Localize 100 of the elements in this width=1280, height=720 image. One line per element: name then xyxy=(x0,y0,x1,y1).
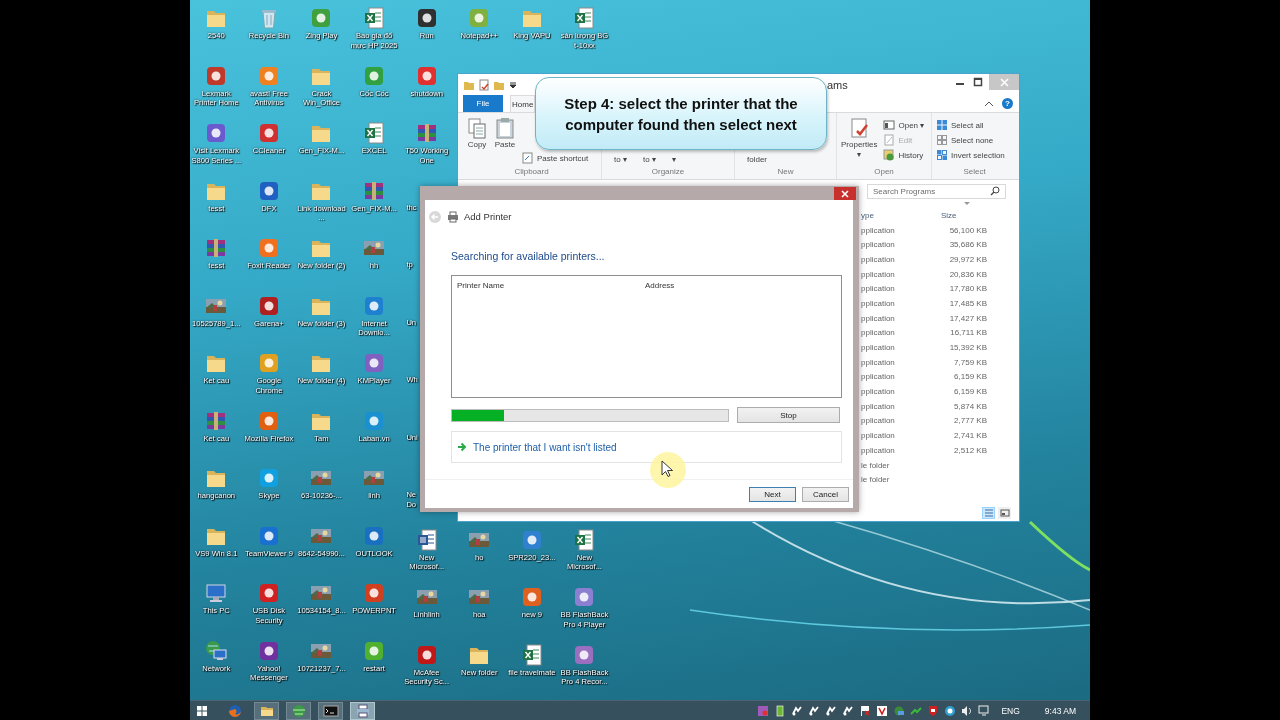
shield-icon xyxy=(927,704,940,717)
group-label: Organize xyxy=(650,167,686,178)
taskbar-button[interactable] xyxy=(286,701,311,720)
network-icon xyxy=(204,638,229,663)
network-icon xyxy=(893,704,906,717)
clock[interactable]: 9:43 AM xyxy=(1044,705,1076,716)
group-label: Select xyxy=(962,167,987,178)
sync-icon xyxy=(825,704,838,717)
history-icon xyxy=(883,149,896,161)
paste-shortcut-icon xyxy=(522,152,534,164)
group-label: New xyxy=(776,167,795,178)
table-cell-text: pplication xyxy=(861,269,896,279)
table-cell-text: pplication xyxy=(861,416,896,426)
dialog-heading: Searching for available printers... xyxy=(451,250,606,262)
start-button[interactable] xyxy=(196,704,208,717)
printer-icon xyxy=(447,210,459,223)
stop-button[interactable]: Stop xyxy=(737,407,840,423)
ribbon-label[interactable]: folder xyxy=(747,155,767,164)
table-cell-text: pplication xyxy=(861,401,896,411)
ribbon-label[interactable]: to ▾ xyxy=(642,155,656,164)
table-cell-text: pplication xyxy=(861,357,896,367)
spreadsheet-icon xyxy=(572,6,597,30)
tiles-view-icon xyxy=(999,507,1010,518)
table-cell-text: pplication xyxy=(861,284,896,294)
copy-icon xyxy=(466,117,488,139)
volume-icon xyxy=(961,704,974,717)
paste-icon xyxy=(494,117,516,139)
column-header: Address xyxy=(645,281,675,290)
column-header[interactable]: Size xyxy=(941,210,957,220)
properties-button[interactable]: Properties ▾ xyxy=(841,117,878,167)
table-cell-text: pplication xyxy=(861,431,896,441)
history-button[interactable]: History xyxy=(883,149,925,161)
callout: Step 4: select the printer that the computer found then select next xyxy=(535,77,827,150)
edit-icon xyxy=(883,134,896,146)
table-cell-text: 15,392 KB xyxy=(948,343,987,353)
paste-shortcut-button[interactable]: Paste shortcut xyxy=(522,152,589,164)
table-cell-text: 5,874 KB xyxy=(953,401,987,411)
table-cell-text: 56,100 KB xyxy=(948,225,987,235)
invert-selection-button[interactable]: Invert selection xyxy=(936,149,1005,161)
table-cell-text: 16,711 KB xyxy=(949,328,987,338)
flag-icon xyxy=(859,704,872,717)
table-cell-text: pplication xyxy=(861,254,896,264)
column-header: Printer Name xyxy=(457,281,506,290)
taskbar-button[interactable] xyxy=(350,701,375,720)
maximize-button[interactable] xyxy=(971,75,985,89)
battery-icon xyxy=(774,704,787,717)
copy-button[interactable]: Copy xyxy=(466,117,488,167)
table-cell-text: pplication xyxy=(861,343,896,353)
close-button[interactable] xyxy=(834,187,856,200)
sync-icon xyxy=(808,704,821,717)
spreadsheet-icon xyxy=(572,527,597,552)
browser-icon xyxy=(226,702,243,719)
table-cell-text: pplication xyxy=(861,240,896,250)
dialog-title: Add Printer xyxy=(464,211,512,222)
table-cell-text: pplication xyxy=(861,298,896,308)
open-icon xyxy=(883,119,896,131)
language-indicator[interactable]: ENG xyxy=(1001,705,1020,716)
taskbar-button[interactable] xyxy=(318,701,343,720)
group-label: Clipboard xyxy=(513,167,550,178)
tiles-view-button[interactable] xyxy=(998,506,1011,519)
table-cell-text: 7,759 KB xyxy=(953,357,987,367)
select-all-icon xyxy=(936,119,948,131)
close-icon xyxy=(999,77,1009,87)
table-cell-text: le folder xyxy=(861,475,891,485)
printer-not-listed-link[interactable]: The printer that I want isn't listed xyxy=(473,441,617,453)
table-cell-text: pplication xyxy=(861,372,896,382)
next-button[interactable]: Next xyxy=(749,486,796,502)
taskbar-button[interactable] xyxy=(254,701,279,720)
table-cell-text: 17,780 KB xyxy=(948,284,987,294)
globe-icon xyxy=(290,702,307,719)
table-cell-text: 2,777 KB xyxy=(953,416,987,426)
help-button[interactable]: ? xyxy=(1002,98,1013,109)
table-cell-text: 17,427 KB xyxy=(948,313,987,323)
table-cell-text: pplication xyxy=(861,225,896,235)
select-all-button[interactable]: Select all xyxy=(936,119,1005,131)
table-cell-text: pplication xyxy=(861,328,896,338)
sync-icon xyxy=(842,704,855,717)
table-cell-text: 20,836 KB xyxy=(948,269,987,279)
search-field[interactable]: Search Programs xyxy=(867,183,1006,199)
table-cell-text: 2,512 KB xyxy=(953,445,987,455)
select-none-button[interactable]: Select none xyxy=(936,134,1005,146)
cancel-button[interactable]: Cancel xyxy=(802,486,849,502)
table-cell-text: 2,741 KB xyxy=(953,431,987,441)
open-button[interactable]: Open ▾ xyxy=(883,119,925,131)
windows-logo-icon xyxy=(196,704,208,717)
table-cell-text: pplication xyxy=(861,387,896,397)
sync-icon xyxy=(791,704,804,717)
ribbon-label[interactable]: ▾ xyxy=(671,155,676,164)
ribbon-tab[interactable]: Home xyxy=(510,95,536,112)
group-label: Open xyxy=(873,167,895,178)
paste-button[interactable]: Paste xyxy=(494,117,516,167)
table-cell-text: 6,159 KB xyxy=(953,372,987,382)
table-cell-text: 17,485 KB xyxy=(948,298,987,308)
table-cell-text: 6,159 KB xyxy=(953,387,987,397)
collapse-icon xyxy=(984,99,994,108)
status-icon xyxy=(944,704,957,717)
ribbon-label[interactable]: to ▾ xyxy=(614,155,627,164)
invert-selection-icon xyxy=(936,149,948,161)
file-tab[interactable]: File xyxy=(463,95,503,112)
column-header[interactable]: ype xyxy=(861,206,941,225)
